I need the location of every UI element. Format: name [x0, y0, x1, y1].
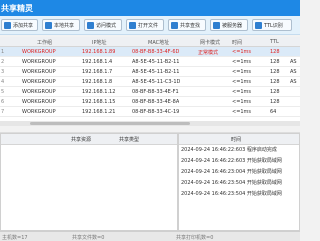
share-search-label: 共享查找: [180, 22, 201, 29]
local-share-label: 本地共享: [54, 22, 75, 29]
open-file-button[interactable]: 打开文件: [126, 19, 164, 31]
share-search-button[interactable]: 共享查找: [168, 19, 206, 31]
cell-group: WORKGROUP: [22, 99, 56, 105]
table-row[interactable]: 1 WORKGROUP 192.168.1.89 08-BF-B8-33-4F-…: [0, 47, 300, 57]
server-label: 被服务器: [222, 22, 243, 29]
col-header-ttl[interactable]: TTL: [270, 39, 279, 45]
cell-mac: 08-BF-B8-33-4E-F1: [132, 89, 179, 95]
table-row[interactable]: 4 WORKGROUP 192.168.1.8 A8-5E-45-11-C3-1…: [0, 77, 300, 87]
table-row[interactable]: 5 WORKGROUP 192.168.1.12 08-BF-B8-33-4E-…: [0, 87, 300, 97]
local-share-button[interactable]: 本地共享: [42, 19, 80, 31]
col-header-share-type[interactable]: 共享类型: [119, 136, 139, 143]
cell-mode: 正常模式: [198, 50, 219, 56]
access-mode-button[interactable]: 访问模式: [84, 19, 122, 31]
title-bar: 共享精灵: [0, 0, 300, 16]
access-mode-label: 访问模式: [96, 22, 117, 29]
cell-ip: 192.168.1.4: [82, 59, 113, 65]
host-table: 工作组 IP地址 MAC地址 网卡模式 时间 TTL 1 WORKGROUP 1…: [0, 37, 300, 121]
cell-ip: 192.168.1.21: [82, 109, 116, 115]
cell-ttl: 128: [270, 59, 280, 65]
window-title: 共享精灵: [1, 4, 33, 13]
col-header-ip[interactable]: IP地址: [92, 39, 107, 46]
col-header-group[interactable]: 工作组: [37, 39, 52, 46]
share-pane-header: 共享资源 共享类型: [1, 134, 177, 145]
pane-splitter[interactable]: [0, 126, 300, 133]
row-number: 6: [1, 99, 5, 105]
eye-icon: [87, 21, 94, 29]
cell-mac: 08-BF-B8-33-4C-19: [132, 109, 180, 115]
table-row[interactable]: 2 WORKGROUP 192.168.1.4 A8-5E-45-11-B2-1…: [0, 57, 300, 67]
search-icon: [171, 21, 178, 29]
log-entry: 2024-09-24 16:46:22:603 开始获取局域网: [181, 158, 282, 164]
add-share-icon: [4, 21, 11, 29]
table-row[interactable]: 7 WORKGROUP 192.168.1.21 08-BF-B8-33-4C-…: [0, 107, 300, 117]
row-number: 4: [1, 79, 5, 85]
cell-group: WORKGROUP: [22, 109, 56, 115]
row-number: 2: [1, 59, 5, 65]
log-entry: 2024-09-24 16:46:23:504 开始获取局域网: [181, 180, 282, 186]
cell-time: <=1ms: [232, 59, 252, 65]
cell-mac: 08-BF-B8-33-4F-6D: [132, 49, 180, 55]
table-row[interactable]: 6 WORKGROUP 192.168.1.15 08-BF-B8-33-4E-…: [0, 97, 300, 107]
share-resource-pane: 共享资源 共享类型: [0, 133, 178, 231]
cell-time: <=1ms: [232, 109, 252, 115]
folder-icon: [129, 21, 136, 29]
col-header-time[interactable]: 时间: [232, 39, 242, 46]
add-share-label: 添加共享: [13, 22, 34, 29]
cell-group: WORKGROUP: [22, 49, 56, 55]
cell-ip: 192.168.1.8: [82, 79, 113, 85]
table-header: 工作组 IP地址 MAC地址 网卡模式 时间 TTL: [0, 37, 300, 47]
row-number: 1: [1, 49, 5, 55]
cell-ttl: 128: [270, 69, 280, 75]
col-header-log-time[interactable]: 时间: [231, 136, 241, 143]
cell-extra: AS: [290, 79, 297, 85]
cell-group: WORKGROUP: [22, 69, 56, 75]
server-button[interactable]: 被服务器: [210, 19, 248, 31]
cell-time: <=1ms: [232, 79, 252, 85]
col-header-share-resource[interactable]: 共享资源: [71, 136, 91, 143]
cell-ttl: 128: [270, 79, 280, 85]
row-number: 5: [1, 89, 5, 95]
server-icon: [213, 21, 220, 29]
cell-ip: 192.168.1.89: [82, 49, 116, 55]
row-number: 3: [1, 69, 5, 75]
log-pane: 时间 2024-09-24 16:46:22:603 程序启动完成 2024-0…: [178, 133, 300, 231]
toolbar: 添加共享 本地共享 访问模式 打开文件 共享查找 被服务器 TTL识别: [0, 16, 300, 35]
ttl-detect-button[interactable]: TTL识别: [252, 19, 292, 31]
cell-ttl: 128: [270, 49, 280, 55]
cell-ip: 192.168.1.12: [82, 89, 116, 95]
cell-extra: AS: [290, 69, 297, 75]
ttl-icon: [255, 21, 262, 29]
scrollbar-thumb[interactable]: [30, 122, 190, 125]
local-share-icon: [45, 21, 52, 29]
log-entry: 2024-09-24 16:46:23:504 开始获取局域网: [181, 191, 282, 197]
log-entry: 2024-09-24 16:46:22:603 程序启动完成: [181, 147, 277, 153]
cell-group: WORKGROUP: [22, 59, 56, 65]
log-pane-header: 时间: [179, 134, 299, 145]
cell-mac: A8-5E-45-11-B2-11: [132, 59, 180, 65]
cell-group: WORKGROUP: [22, 89, 56, 95]
cell-time: <=1ms: [232, 99, 252, 105]
col-header-mac[interactable]: MAC地址: [148, 39, 169, 46]
open-file-label: 打开文件: [138, 22, 159, 29]
cell-ip: 192.168.1.15: [82, 99, 116, 105]
cell-time: <=1ms: [232, 69, 252, 75]
cell-time: <=1ms: [232, 49, 252, 55]
cell-ip: 192.168.1.7: [82, 69, 113, 75]
log-entry: 2024-09-24 16:46:23:004 开始获取局域网: [181, 169, 282, 175]
cell-time: <=1ms: [232, 89, 252, 95]
add-share-button[interactable]: 添加共享: [1, 19, 38, 31]
cell-mac: 08-BF-B8-33-4E-8A: [132, 99, 180, 105]
table-row[interactable]: 3 WORKGROUP 192.168.1.7 A8-5E-45-11-B2-1…: [0, 67, 300, 77]
cell-ttl: 128: [270, 99, 280, 105]
cell-mac: A8-5E-45-11-C3-1D: [132, 79, 181, 85]
cell-mac: A8-5E-45-11-B2-11: [132, 69, 180, 75]
cell-ttl: 128: [270, 89, 280, 95]
cell-extra: AS: [290, 59, 297, 65]
row-number: 7: [1, 109, 5, 115]
cell-ttl: 64: [270, 109, 277, 115]
col-header-mode[interactable]: 网卡模式: [200, 39, 220, 46]
cell-group: WORKGROUP: [22, 79, 56, 85]
ttl-detect-label: TTL识别: [264, 22, 283, 29]
